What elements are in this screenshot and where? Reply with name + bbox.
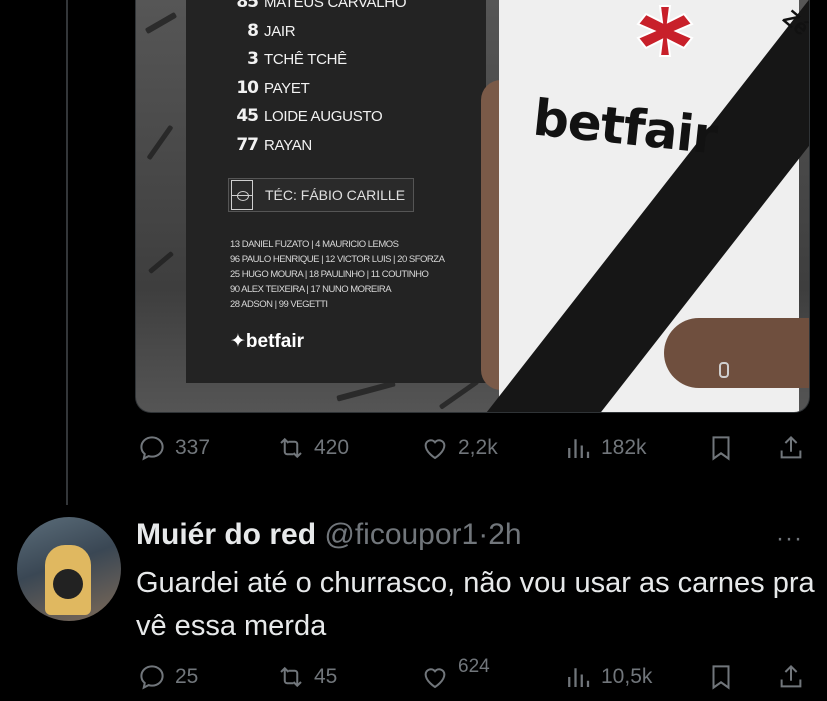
like-button[interactable]: 2,2k: [420, 433, 498, 463]
bookmark-button[interactable]: [706, 662, 736, 692]
reply-count: 25: [175, 665, 199, 688]
thread-connector-line: [66, 0, 68, 505]
reply-button[interactable]: 25: [137, 662, 198, 692]
player-name: MATEUS CARVALHO: [264, 0, 407, 11]
like-count: 2,2k: [458, 436, 498, 459]
player-name: LOIDE AUGUSTO: [264, 108, 383, 125]
lineup-panel: 85 MATEUS CARVALHO 8 JAIR 3 TCHÊ TCHÊ 10 PAY…: [186, 0, 486, 383]
display-name[interactable]: Muiér do red: [136, 518, 316, 551]
user-handle[interactable]: @ficoupor1: [324, 518, 478, 551]
lineup-row: 77 RAYAN: [230, 135, 406, 164]
lineup-row: 85 MATEUS CARVALHO: [230, 0, 406, 21]
bookmark-button[interactable]: [706, 433, 736, 463]
player-number: 3: [247, 49, 259, 69]
reply-header: Muiér do red @ficoupor1·2h: [136, 518, 522, 552]
player-name: RAYAN: [264, 136, 312, 154]
reply-icon: [140, 665, 164, 690]
player-name: PAYET: [264, 79, 310, 97]
substitutes-line: 90 ALEX TEIXEIRA | 17 NUNO MOREIRA: [230, 284, 392, 295]
repost-button[interactable]: 45: [276, 662, 337, 692]
player-shirt: betfair Zé: [486, 0, 809, 412]
betfair-logo: ✦betfair: [230, 331, 304, 352]
views-icon: [568, 439, 590, 458]
lineup-row: 45 LOIDE AUGUSTO: [230, 106, 406, 135]
repost-icon: [280, 437, 302, 459]
club-cross-icon: [636, 5, 694, 57]
views-icon: [568, 668, 590, 687]
like-count: 624: [458, 656, 490, 677]
avatar-head: [53, 569, 83, 599]
player-hand: [664, 318, 809, 388]
shirt-sponsor-text: betfair: [530, 88, 720, 166]
coach-label: TÉC: FÁBIO CARILLE: [265, 187, 406, 203]
repost-icon: [280, 666, 302, 688]
share-icon: [780, 664, 802, 688]
avatar[interactable]: [17, 517, 121, 621]
more-options-icon[interactable]: ···: [776, 525, 803, 553]
reply-action-bar: 25 45 624 10,5k: [0, 656, 827, 696]
lineup-row: 10 PAYET: [230, 78, 406, 107]
views-button[interactable]: 10,5k: [563, 662, 652, 692]
repost-button[interactable]: 420: [276, 433, 349, 463]
football-field-icon: [231, 180, 253, 210]
share-button[interactable]: [776, 662, 806, 692]
bookmark-icon: [712, 665, 730, 690]
share-icon: [780, 435, 802, 459]
player-name: JAIR: [264, 22, 296, 40]
reply-icon: [140, 436, 164, 461]
tweet-action-bar: 337 420 2,2k 182k: [0, 433, 827, 467]
substitutes-line: 13 DANIEL FUZATO | 4 MAURICIO LEMOS: [230, 239, 399, 250]
substitutes-line: 25 HUGO MOURA | 18 PAULINHO | 11 COUTINH…: [230, 269, 429, 280]
repost-count: 420: [314, 436, 350, 459]
share-button[interactable]: [776, 433, 806, 463]
player-number: 85: [236, 0, 259, 12]
lineup-list: 85 MATEUS CARVALHO 8 JAIR 3 TCHÊ TCHÊ 10 PAY…: [230, 0, 406, 163]
timestamp[interactable]: 2h: [488, 518, 521, 551]
views-count: 182k: [601, 436, 647, 459]
player-number: 10: [236, 77, 259, 98]
substitutes-list: 13 DANIEL FUZATO | 4 MAURICIO LEMOS 96 P…: [230, 237, 445, 312]
player-number: 77: [236, 134, 259, 155]
player-number: 45: [236, 106, 259, 126]
coach-box: TÉC: FÁBIO CARILLE: [228, 178, 414, 212]
reply-text: Guardei até o churrasco, não vou usar as…: [136, 567, 815, 642]
views-count: 10,5k: [601, 665, 653, 688]
lineup-row: 3 TCHÊ TCHÊ: [230, 49, 406, 78]
heart-icon: [424, 439, 446, 460]
bookmark-icon: [712, 436, 730, 461]
separator-dot: ·: [478, 518, 489, 551]
player-photo: betfair Zé: [481, 0, 809, 412]
reply-count: 337: [175, 436, 211, 459]
ring: [719, 362, 729, 378]
substitutes-line: 28 ADSON | 99 VEGETTI: [230, 299, 328, 310]
player-number: 8: [247, 20, 259, 41]
substitutes-line: 96 PAULO HENRIQUE | 12 VICTOR LUIS | 20 …: [230, 254, 445, 265]
like-button[interactable]: 624: [420, 656, 490, 692]
lineup-row: 8 JAIR: [230, 21, 406, 50]
views-button[interactable]: 182k: [563, 433, 647, 463]
tweet-media-image[interactable]: 85 MATEUS CARVALHO 8 JAIR 3 TCHÊ TCHÊ 10 PAY…: [135, 0, 810, 413]
player-name: TCHÊ TCHÊ: [264, 51, 347, 68]
repost-count: 45: [314, 665, 338, 688]
heart-icon: [424, 668, 446, 689]
reply-button[interactable]: 337: [137, 433, 210, 463]
